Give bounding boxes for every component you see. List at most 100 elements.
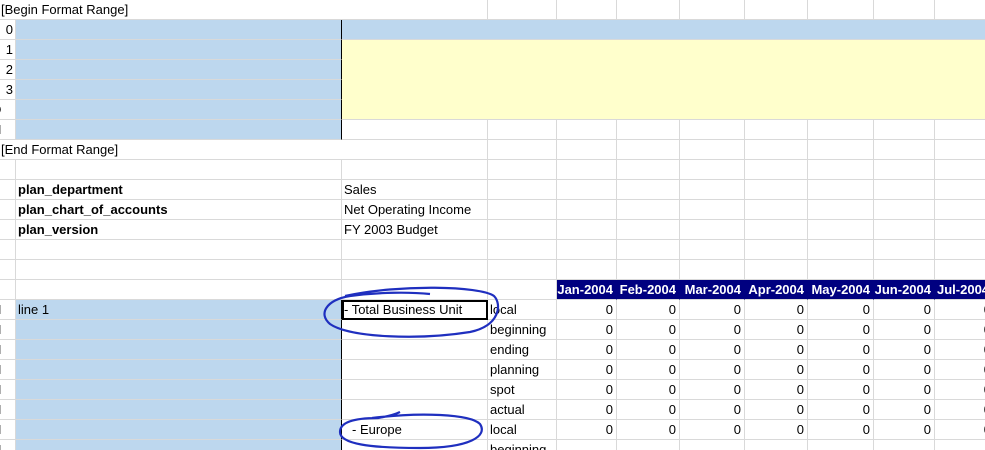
format-band-yellow[interactable] <box>342 40 985 60</box>
value-cell[interactable]: 0 <box>935 340 985 360</box>
row-code[interactable]: N <box>0 120 16 140</box>
month-header[interactable]: Apr-2004 <box>745 280 808 300</box>
format-band-blue[interactable] <box>342 20 985 40</box>
cell[interactable] <box>16 160 342 180</box>
value-cell[interactable]: 0 <box>935 400 985 420</box>
cell[interactable] <box>488 240 557 260</box>
cell[interactable] <box>874 180 935 200</box>
cell[interactable] <box>342 280 488 300</box>
cell[interactable] <box>342 160 488 180</box>
business-unit-cell[interactable] <box>342 400 488 420</box>
value-cell[interactable]: 0 <box>680 420 745 440</box>
begin-marker-cell[interactable]: [Begin Format Range] <box>0 0 342 20</box>
value-cell[interactable]: 0 <box>808 380 874 400</box>
value-cell[interactable]: 0 <box>557 360 617 380</box>
cell[interactable] <box>557 180 617 200</box>
cell[interactable] <box>488 260 557 280</box>
cell[interactable] <box>680 240 745 260</box>
row-flag[interactable]: N <box>0 380 16 400</box>
cell[interactable] <box>617 220 680 240</box>
line-label[interactable] <box>16 360 342 380</box>
param-label[interactable]: plan_version <box>16 220 342 240</box>
cell[interactable] <box>0 240 16 260</box>
measure-type-cell[interactable]: actual <box>488 400 557 420</box>
value-cell[interactable]: 0 <box>874 340 935 360</box>
cell[interactable] <box>16 280 342 300</box>
cell[interactable] <box>808 0 874 20</box>
value-cell[interactable]: 0 <box>745 360 808 380</box>
month-header[interactable]: Mar-2004 <box>680 280 745 300</box>
cell[interactable] <box>935 160 985 180</box>
value-cell[interactable] <box>808 440 874 450</box>
cell[interactable] <box>557 120 617 140</box>
value-cell[interactable]: 0 <box>935 300 985 320</box>
row-flag[interactable]: N <box>0 420 16 440</box>
format-cell[interactable] <box>16 120 342 140</box>
cell[interactable] <box>808 140 874 160</box>
value-cell[interactable]: 0 <box>617 320 680 340</box>
row-code[interactable]: 1 <box>0 40 16 60</box>
value-cell[interactable]: 0 <box>680 320 745 340</box>
value-cell[interactable]: 0 <box>557 340 617 360</box>
line-label[interactable] <box>16 320 342 340</box>
cell[interactable] <box>745 160 808 180</box>
format-cell[interactable] <box>16 60 342 80</box>
cell[interactable] <box>617 160 680 180</box>
business-unit-cell[interactable] <box>342 360 488 380</box>
cell[interactable] <box>617 260 680 280</box>
cell[interactable] <box>488 120 557 140</box>
cell[interactable] <box>935 180 985 200</box>
cell[interactable] <box>557 260 617 280</box>
cell[interactable] <box>935 0 985 20</box>
cell[interactable] <box>745 200 808 220</box>
cell[interactable] <box>16 240 342 260</box>
line-label[interactable]: line 1 <box>16 300 342 320</box>
value-cell[interactable]: 0 <box>874 380 935 400</box>
value-cell[interactable]: 0 <box>745 340 808 360</box>
value-cell[interactable]: 0 <box>808 340 874 360</box>
format-band-yellow[interactable] <box>342 100 985 120</box>
value-cell[interactable]: 0 <box>745 380 808 400</box>
cell[interactable] <box>342 0 488 20</box>
month-header[interactable]: Feb-2004 <box>617 280 680 300</box>
cell[interactable] <box>342 140 488 160</box>
cell[interactable] <box>808 180 874 200</box>
cell[interactable] <box>0 200 16 220</box>
row-flag[interactable]: N <box>0 320 16 340</box>
value-cell[interactable]: 0 <box>874 320 935 340</box>
cell[interactable] <box>0 260 16 280</box>
month-header[interactable]: May-2004 <box>808 280 874 300</box>
measure-type-cell[interactable]: local <box>488 420 557 440</box>
cell[interactable] <box>488 0 557 20</box>
cell[interactable] <box>488 200 557 220</box>
business-unit-cell[interactable] <box>342 440 488 450</box>
cell[interactable] <box>808 260 874 280</box>
value-cell[interactable]: 0 <box>745 420 808 440</box>
cell[interactable] <box>680 0 745 20</box>
row-code[interactable]: 3 <box>0 80 16 100</box>
format-band-yellow[interactable] <box>342 80 985 100</box>
business-unit-cell[interactable] <box>342 340 488 360</box>
row-flag[interactable]: N <box>0 400 16 420</box>
cell[interactable] <box>935 240 985 260</box>
cell[interactable] <box>557 140 617 160</box>
cell[interactable] <box>680 200 745 220</box>
cell[interactable] <box>680 140 745 160</box>
line-label[interactable] <box>16 420 342 440</box>
cell[interactable] <box>808 200 874 220</box>
value-cell[interactable]: 0 <box>745 320 808 340</box>
param-value[interactable]: Sales <box>342 180 488 200</box>
business-unit-cell[interactable] <box>342 380 488 400</box>
value-cell[interactable]: 0 <box>874 360 935 380</box>
value-cell[interactable] <box>557 440 617 450</box>
value-cell[interactable]: 0 <box>808 320 874 340</box>
value-cell[interactable]: 0 <box>617 380 680 400</box>
cell[interactable] <box>0 180 16 200</box>
cell[interactable] <box>488 280 557 300</box>
cell[interactable] <box>617 180 680 200</box>
cell[interactable] <box>935 120 985 140</box>
row-flag[interactable]: N <box>0 360 16 380</box>
row-flag[interactable]: N <box>0 300 16 320</box>
cell[interactable] <box>488 160 557 180</box>
cell[interactable] <box>874 240 935 260</box>
